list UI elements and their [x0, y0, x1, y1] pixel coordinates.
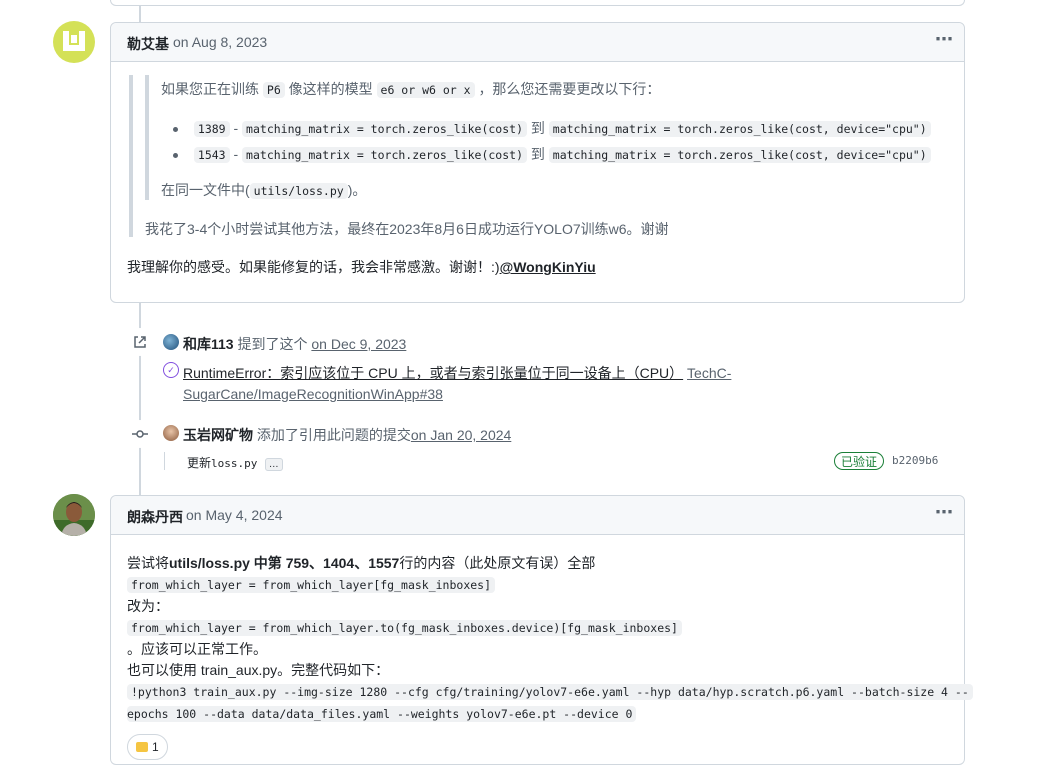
bullet — [173, 126, 178, 132]
inline-code: from_which_layer = from_which_layer[fg_m… — [127, 577, 496, 593]
separator: - — [233, 120, 239, 136]
separator: - — [233, 146, 239, 162]
cross-reference-icon — [126, 328, 154, 356]
comment-author[interactable]: 勒艾基 — [127, 34, 169, 54]
blockquote-bar-outer — [129, 75, 133, 237]
event-user[interactable]: 玉岩网矿物 — [183, 427, 253, 443]
avatar-identicon — [63, 31, 85, 51]
quote-text: 在同一文件中( — [161, 182, 250, 198]
repo-link[interactable]: SugarCane/ImageRecognitionWinApp#38 — [183, 386, 443, 402]
inline-code: matching_matrix = torch.zeros_like(cost) — [242, 121, 527, 137]
commit-title-link[interactable]: 更新loss.py — [187, 456, 257, 470]
text-span: 行的内容（此处原文有误）全部 — [399, 555, 596, 571]
kebab-menu-icon[interactable]: ⋯ — [935, 29, 954, 50]
comment-text: 。应该可以正常工作。 — [127, 641, 267, 657]
comment-date[interactable]: on Aug 8, 2023 — [173, 34, 267, 50]
thumbs-up-icon — [136, 742, 148, 752]
quote-text: 如果您正在训练 — [161, 81, 259, 97]
list-text: 到 — [530, 120, 545, 136]
code-line: from_which_layer = from_which_layer[fg_m… — [127, 576, 496, 593]
inline-code: matching_matrix = torch.zeros_like(cost,… — [548, 121, 931, 137]
avatar[interactable] — [163, 334, 179, 350]
quote-text: ，那么您还需要更改以下行： — [478, 81, 661, 97]
event-mention: 和库113 提到了这个 on Dec 9, 2023 — [183, 334, 406, 354]
inline-code: matching_matrix = torch.zeros_like(cost,… — [548, 147, 931, 163]
quote-file-note: 在同一文件中(utils/loss.py)。 — [161, 180, 366, 200]
inline-code: utils/loss.py — [249, 183, 348, 199]
event-action: 添加了引用此问题的提交 — [256, 427, 411, 443]
issue-closed-icon: ✓ — [163, 362, 179, 378]
commit-file: loss.py — [211, 457, 258, 470]
text-span: 尝试将 — [127, 555, 169, 571]
list-text: 到 — [530, 146, 545, 162]
avatar[interactable] — [53, 21, 95, 63]
comment-text: 也可以使用 train_aux.py。完整代码如下： — [127, 662, 390, 678]
commit-sha-link[interactable]: b2209b6 — [892, 454, 938, 467]
commit-expand-button[interactable]: … — [264, 458, 283, 471]
event-user[interactable]: 和库113 — [183, 336, 234, 352]
referenced-issue: RuntimeError：索引应该位于 CPU 上，或者与索引张量位于同一设备上… — [183, 363, 743, 405]
reaction-count: 1 — [152, 740, 159, 754]
event-commit: 玉岩网矿物 添加了引用此问题的提交on Jan 20, 2024 — [183, 425, 511, 445]
inline-code: e6 or w6 or x — [376, 82, 475, 98]
commit-icon — [126, 420, 154, 448]
issue-title-link[interactable]: RuntimeError：索引应该位于 CPU 上，或者与索引张量位于同一设备上… — [183, 365, 683, 381]
kebab-menu-icon[interactable]: ⋯ — [935, 502, 954, 523]
repo-link[interactable]: TechC- — [687, 365, 731, 381]
reaction-button[interactable]: 1 — [127, 734, 168, 760]
previous-comment-bottom — [110, 0, 965, 6]
bold-text: utils/loss.py 中第 759、1404、1557 — [169, 555, 400, 571]
git-commit-icon — [132, 430, 148, 438]
inline-code: epochs 100 --data data/data_files.yaml -… — [127, 706, 637, 722]
inline-code: P6 — [262, 82, 285, 98]
code-line: !python3 train_aux.py --img-size 1280 --… — [127, 683, 973, 700]
list-item: 1389 - matching_matrix = torch.zeros_lik… — [173, 118, 931, 138]
blockquote-bar-inner — [145, 75, 149, 200]
event-date-link[interactable]: on Jan 20, 2024 — [411, 427, 511, 443]
comment-text: 尝试将utils/loss.py 中第 759、1404、1557行的内容（此处… — [127, 553, 595, 573]
commit-message: 更新loss.py … — [187, 454, 283, 471]
code-line: epochs 100 --data data/data_files.yaml -… — [127, 705, 637, 722]
bullet — [173, 152, 178, 158]
quote-intro: 如果您正在训练 P6 像这样的模型 e6 or w6 or x ，那么您还需要更… — [161, 79, 660, 99]
comment-header: 朗森丹西 on May 4, 2024 ⋯ — [111, 496, 964, 535]
comment-text: 改为： — [127, 598, 169, 614]
comment-header: 勒艾基 on Aug 8, 2023 ⋯ — [111, 23, 964, 62]
inline-code: from_which_layer = from_which_layer.to(f… — [127, 620, 682, 636]
comment-date[interactable]: on May 4, 2024 — [186, 507, 283, 523]
comment-card-1: 勒艾基 on Aug 8, 2023 ⋯ 如果您正在训练 P6 像这样的模型 e… — [110, 22, 965, 303]
code-line: from_which_layer = from_which_layer.to(f… — [127, 619, 682, 636]
verified-badge[interactable]: 已验证 — [834, 452, 885, 470]
quote-outer-text: 我花了3-4个小时尝试其他方法，最终在2023年8月6日成功运行YOLO7训练w… — [145, 221, 669, 237]
commit-text: 更新 — [187, 456, 212, 470]
timeline-line-top — [139, 6, 141, 22]
comment-card-2: 朗森丹西 on May 4, 2024 ⋯ 尝试将utils/loss.py 中… — [110, 495, 973, 765]
inline-code: 1543 — [193, 147, 230, 163]
quote-text: 像这样的模型 — [288, 81, 373, 97]
comment-author[interactable]: 朗森丹西 — [127, 507, 183, 527]
comment-text: 我理解你的感受。如果能修复的话，我会非常感激。谢谢！:) — [127, 259, 500, 275]
event-date-link[interactable]: on Dec 9, 2023 — [311, 336, 406, 352]
list-item: 1543 - matching_matrix = torch.zeros_lik… — [173, 144, 931, 164]
event-action: 提到了这个 — [237, 336, 308, 352]
inline-code: !python3 train_aux.py --img-size 1280 --… — [127, 684, 973, 700]
quote-text: )。 — [347, 182, 367, 198]
avatar[interactable] — [163, 425, 179, 441]
avatar[interactable] — [53, 494, 95, 536]
link-external-icon — [134, 336, 146, 348]
comment-body: 我理解你的感受。如果能修复的话，我会非常感激。谢谢！:)@WongKinYiu — [127, 257, 596, 277]
commit-row-bar — [164, 452, 165, 470]
mention-link[interactable]: @WongKinYiu — [500, 259, 596, 275]
inline-code: matching_matrix = torch.zeros_like(cost) — [242, 147, 527, 163]
avatar-photo — [53, 494, 95, 536]
inline-code: 1389 — [193, 121, 230, 137]
